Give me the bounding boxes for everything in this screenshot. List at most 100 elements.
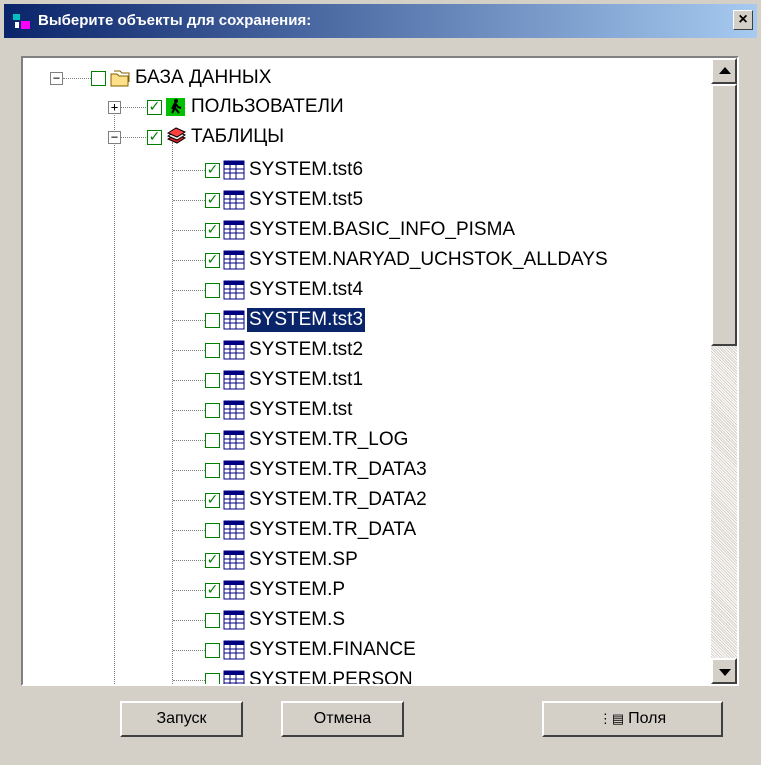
table-checkbox[interactable]: ✓ [205,583,220,598]
users-expand-toggle[interactable]: + [108,101,121,114]
table-grid-icon [223,190,245,210]
tree-item-label[interactable]: SYSTEM.tst5 [247,188,365,212]
table-checkbox[interactable]: ✓ [205,193,220,208]
tree-item-label[interactable]: SYSTEM.SP [247,548,360,572]
table-checkbox[interactable] [205,373,220,388]
tree-connector [173,560,205,561]
table-checkbox[interactable] [205,433,220,448]
tree-connector [173,410,205,411]
start-button[interactable]: Запуск [120,701,243,737]
table-checkbox[interactable] [205,643,220,658]
tree-item-label[interactable]: SYSTEM.tst2 [247,338,365,362]
tree-item-label[interactable]: SYSTEM.TR_DATA3 [247,458,429,482]
table-grid-icon [223,400,245,420]
tree-connector [173,170,205,171]
tree-item-label[interactable]: SYSTEM.S [247,608,347,632]
tree-connector [173,620,205,621]
tree-item-label[interactable]: ПОЛЬЗОВАТЕЛИ [189,95,346,119]
root-checkbox[interactable] [91,71,106,86]
table-checkbox[interactable] [205,313,220,328]
scroll-up-button[interactable] [711,58,737,84]
fields-button-label: Поля [628,710,667,727]
close-button[interactable]: × [733,10,753,30]
table-checkbox[interactable]: ✓ [205,553,220,568]
scroll-down-button[interactable] [711,658,737,684]
tree-item-label[interactable]: SYSTEM.TR_DATA [247,518,418,542]
tree-connector [173,440,205,441]
fields-button[interactable]: ⋮▤ Поля [542,701,723,737]
tree-item-label[interactable]: SYSTEM.tst4 [247,278,365,302]
table-checkbox[interactable] [205,403,220,418]
folders-icon [110,70,130,87]
arrow-up-icon [719,67,731,74]
table-grid-icon [223,640,245,660]
tree-item-label[interactable]: SYSTEM.tst6 [247,158,365,182]
fields-icon: ⋮▤ [598,711,625,726]
table-checkbox[interactable] [205,343,220,358]
cancel-button[interactable]: Отмена [281,701,404,737]
tree-connector [173,530,205,531]
scroll-thumb[interactable] [711,84,737,346]
table-checkbox[interactable]: ✓ [205,223,220,238]
tree-item-label[interactable]: SYSTEM.BASIC_INFO_PISMA [247,218,517,242]
tree-content: − БАЗА ДАННЫХ + ✓ ПОЛЬЗОВАТЕЛИ − ✓ ТАБЛИ… [23,58,711,684]
table-checkbox[interactable]: ✓ [205,493,220,508]
tree-item-label[interactable]: SYSTEM.tst [247,398,354,422]
tree-connector [114,142,115,684]
table-grid-icon [223,670,245,684]
vertical-scrollbar[interactable] [711,58,737,684]
table-grid-icon [223,490,245,510]
tables-checkbox[interactable]: ✓ [147,130,162,145]
tree-item-label[interactable]: БАЗА ДАННЫХ [133,66,273,90]
table-checkbox[interactable] [205,463,220,478]
tree-connector [173,590,205,591]
tree-connector [173,500,205,501]
table-grid-icon [223,160,245,180]
table-grid-icon [223,550,245,570]
tree-item-label[interactable]: SYSTEM.TR_DATA2 [247,488,429,512]
objects-tree[interactable]: − БАЗА ДАННЫХ + ✓ ПОЛЬЗОВАТЕЛИ − ✓ ТАБЛИ… [21,56,739,686]
table-grid-icon [223,580,245,600]
tree-item-label[interactable]: SYSTEM.P [247,578,347,602]
tables-collapse-toggle[interactable]: − [108,131,121,144]
tree-connector [173,470,205,471]
tree-item-label[interactable]: SYSTEM.tst3 [245,307,367,333]
table-grid-icon [223,250,245,270]
table-checkbox[interactable] [205,523,220,538]
users-checkbox[interactable]: ✓ [147,100,162,115]
title-bar[interactable]: Выберите объекты для сохранения: × [4,4,757,38]
tree-connector [172,142,173,684]
tree-connector [173,290,205,291]
tree-connector [173,230,205,231]
save-objects-dialog: Выберите объекты для сохранения: × − БАЗ… [0,0,761,765]
table-checkbox[interactable]: ✓ [205,253,220,268]
tree-item-label[interactable]: SYSTEM.NARYAD_UCHSTOK_ALLDAYS [247,248,610,272]
table-grid-icon [223,520,245,540]
tree-connector [173,320,205,321]
tree-item-label[interactable]: ТАБЛИЦЫ [189,125,286,149]
root-collapse-toggle[interactable]: − [50,72,63,85]
table-grid-icon [223,220,245,240]
table-checkbox[interactable]: ✓ [205,163,220,178]
table-grid-icon [223,610,245,630]
table-grid-icon [223,280,245,300]
tree-item-label[interactable]: SYSTEM.tst1 [247,368,365,392]
tree-connector [120,107,148,108]
tree-item-label[interactable]: SYSTEM.PERSON [247,668,415,684]
table-checkbox[interactable] [205,673,220,684]
table-grid-icon [223,340,245,360]
window-title: Выберите объекты для сохранения: [38,12,312,29]
table-checkbox[interactable] [205,613,220,628]
tables-stack-icon [166,127,187,144]
tree-connector [173,200,205,201]
table-checkbox[interactable] [205,283,220,298]
tree-item-label[interactable]: SYSTEM.TR_LOG [247,428,410,452]
tree-connector [173,350,205,351]
table-grid-icon [223,370,245,390]
table-grid-icon [223,310,245,330]
tree-connector [120,137,148,138]
arrow-down-icon [719,669,731,676]
tree-connector [63,78,91,79]
tree-item-label[interactable]: SYSTEM.FINANCE [247,638,418,662]
table-grid-icon [223,430,245,450]
